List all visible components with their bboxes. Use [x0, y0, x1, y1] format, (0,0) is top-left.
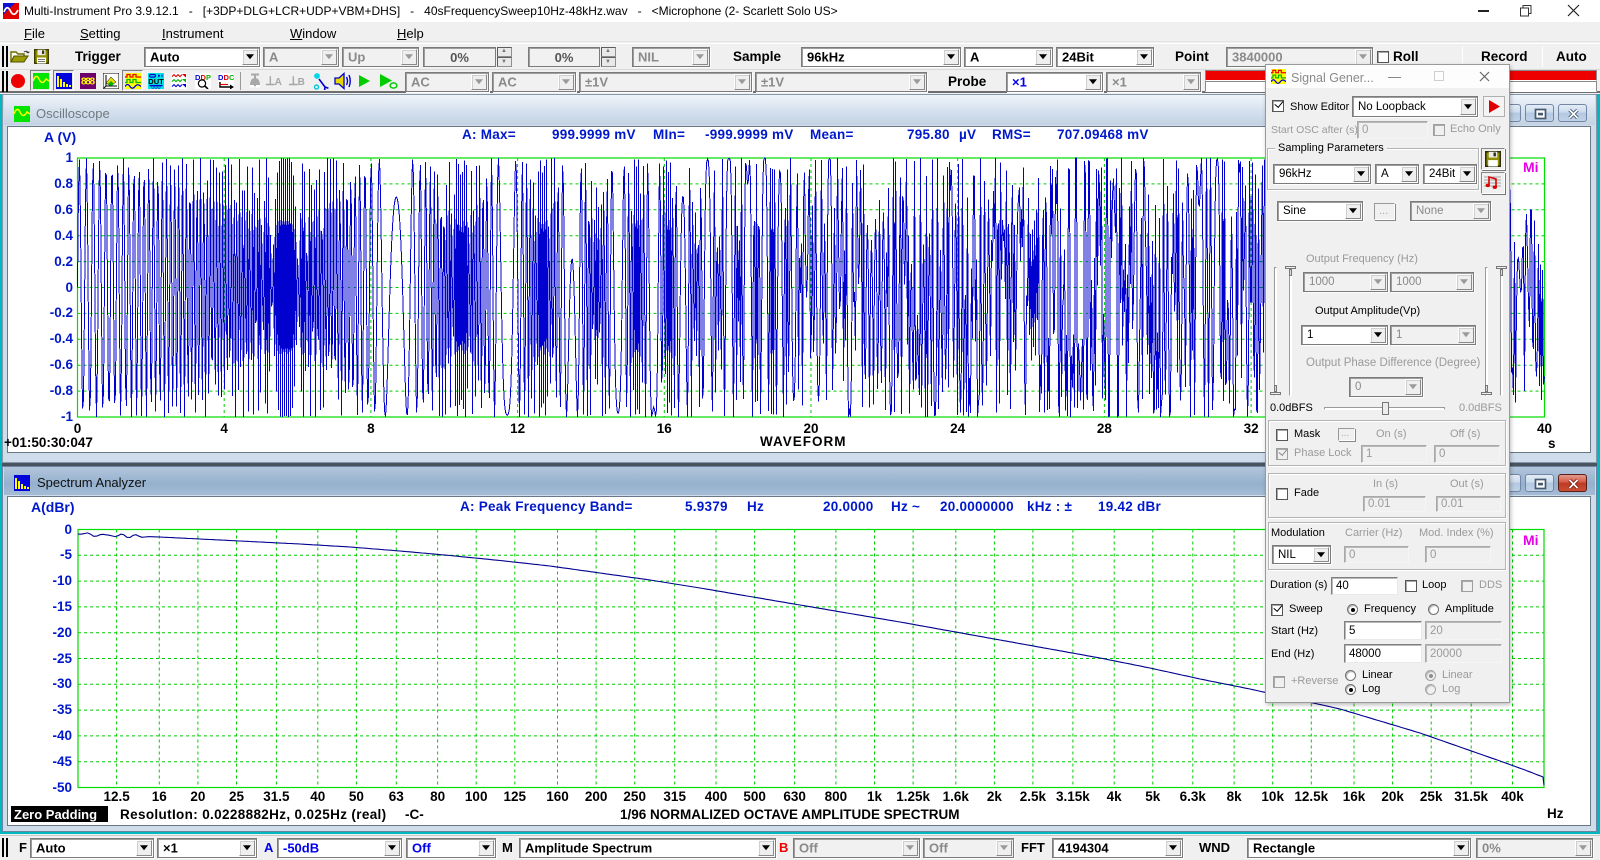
svg-text:000: 000 [151, 85, 160, 89]
svg-text:C: C [229, 73, 234, 82]
svg-text:P: P [206, 73, 211, 82]
svg-text:888: 888 [81, 76, 95, 87]
